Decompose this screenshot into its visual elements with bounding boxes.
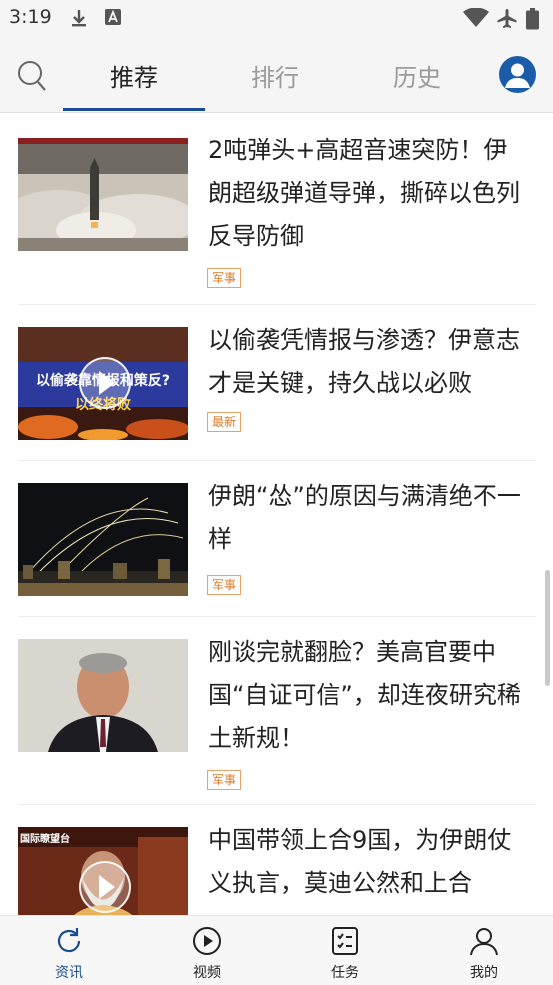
nav-item-news[interactable]: 资讯 <box>24 916 114 985</box>
status-bar: 3:19 <box>0 0 553 38</box>
news-thumbnail-portrait <box>18 639 188 752</box>
bottom-nav: 资讯 视频 任务 我的 <box>0 915 553 985</box>
nav-label: 我的 <box>470 965 498 981</box>
news-item[interactable]: 刚谈完就翻脸？美高官要中国“自证可信”，却连夜研究稀土新规！ 军事 <box>0 617 536 805</box>
tab-recommended[interactable]: 推荐 <box>84 58 184 93</box>
battery-icon <box>526 8 539 34</box>
wifi-icon <box>463 7 489 32</box>
news-tag: 军事 <box>207 268 242 288</box>
search-icon[interactable] <box>17 60 47 96</box>
nav-item-tasks[interactable]: 任务 <box>300 916 390 985</box>
status-time: 3:19 <box>9 6 52 28</box>
user-avatar-icon[interactable] <box>499 56 536 93</box>
news-title: 2吨弹头+高超音速突防！伊朗超级弹道导弹，撕碎以色列反导防御 <box>208 136 520 250</box>
news-title: 中国带领上合9国，为伊朗仗义执言，莫迪公然和上合 <box>208 826 512 897</box>
nav-label: 资讯 <box>55 965 83 981</box>
nav-label: 视频 <box>193 965 221 981</box>
scrollbar[interactable] <box>545 570 550 686</box>
nav-item-mine[interactable]: 我的 <box>439 916 529 985</box>
play-circle-icon <box>193 927 221 955</box>
news-title: 刚谈完就翻脸？美高官要中国“自证可信”，却连夜研究稀土新规！ <box>208 638 521 752</box>
news-tag: 军事 <box>207 575 242 595</box>
video-play-icon[interactable] <box>79 861 131 913</box>
news-thumbnail-video: 国际瞭望台 <box>18 827 188 915</box>
news-thumbnail-night-city <box>18 483 188 596</box>
nav-item-video[interactable]: 视频 <box>162 916 252 985</box>
news-thumbnail-video: 以偷袭靠情报和策反? 以终将败 <box>18 327 188 440</box>
news-item[interactable]: 以偷袭靠情报和策反? 以终将败 以偷袭凭情报与渗透？伊意志才是关键，持久战以必败… <box>0 305 536 461</box>
refresh-icon <box>57 928 81 953</box>
news-title: 伊朗“怂”的原因与满清绝不一样 <box>208 482 521 553</box>
news-title: 以偷袭凭情报与渗透？伊意志才是关键，持久战以必败 <box>208 326 520 397</box>
news-tag: 军事 <box>207 770 242 790</box>
tab-history[interactable]: 历史 <box>367 58 467 93</box>
airplane-mode-icon <box>496 8 518 34</box>
thumbnail-caption: 国际瞭望台 <box>20 834 70 845</box>
news-item[interactable]: 2吨弹头+高超音速突防！伊朗超级弹道导弹，撕碎以色列反导防御 军事 <box>0 113 536 305</box>
top-nav: 推荐 排行 历史 <box>0 38 553 113</box>
download-icon <box>70 8 88 32</box>
tab-ranking[interactable]: 排行 <box>225 58 325 93</box>
user-icon <box>470 928 498 956</box>
nav-label: 任务 <box>331 965 359 981</box>
active-tab-indicator <box>63 108 205 111</box>
news-thumbnail-missile <box>18 138 188 251</box>
video-play-icon[interactable] <box>79 357 131 409</box>
news-item[interactable]: 国际瞭望台 中国带领上合9国，为伊朗仗义执言，莫迪公然和上合 <box>0 805 536 915</box>
news-item[interactable]: 伊朗“怂”的原因与满清绝不一样 军事 <box>0 461 536 617</box>
news-feed: 2吨弹头+高超音速突防！伊朗超级弹道导弹，撕碎以色列反导防御 军事 以偷袭靠情报… <box>0 113 553 915</box>
task-list-icon <box>332 927 358 955</box>
news-tag: 最新 <box>207 412 242 432</box>
app-notification-icon <box>104 8 122 30</box>
